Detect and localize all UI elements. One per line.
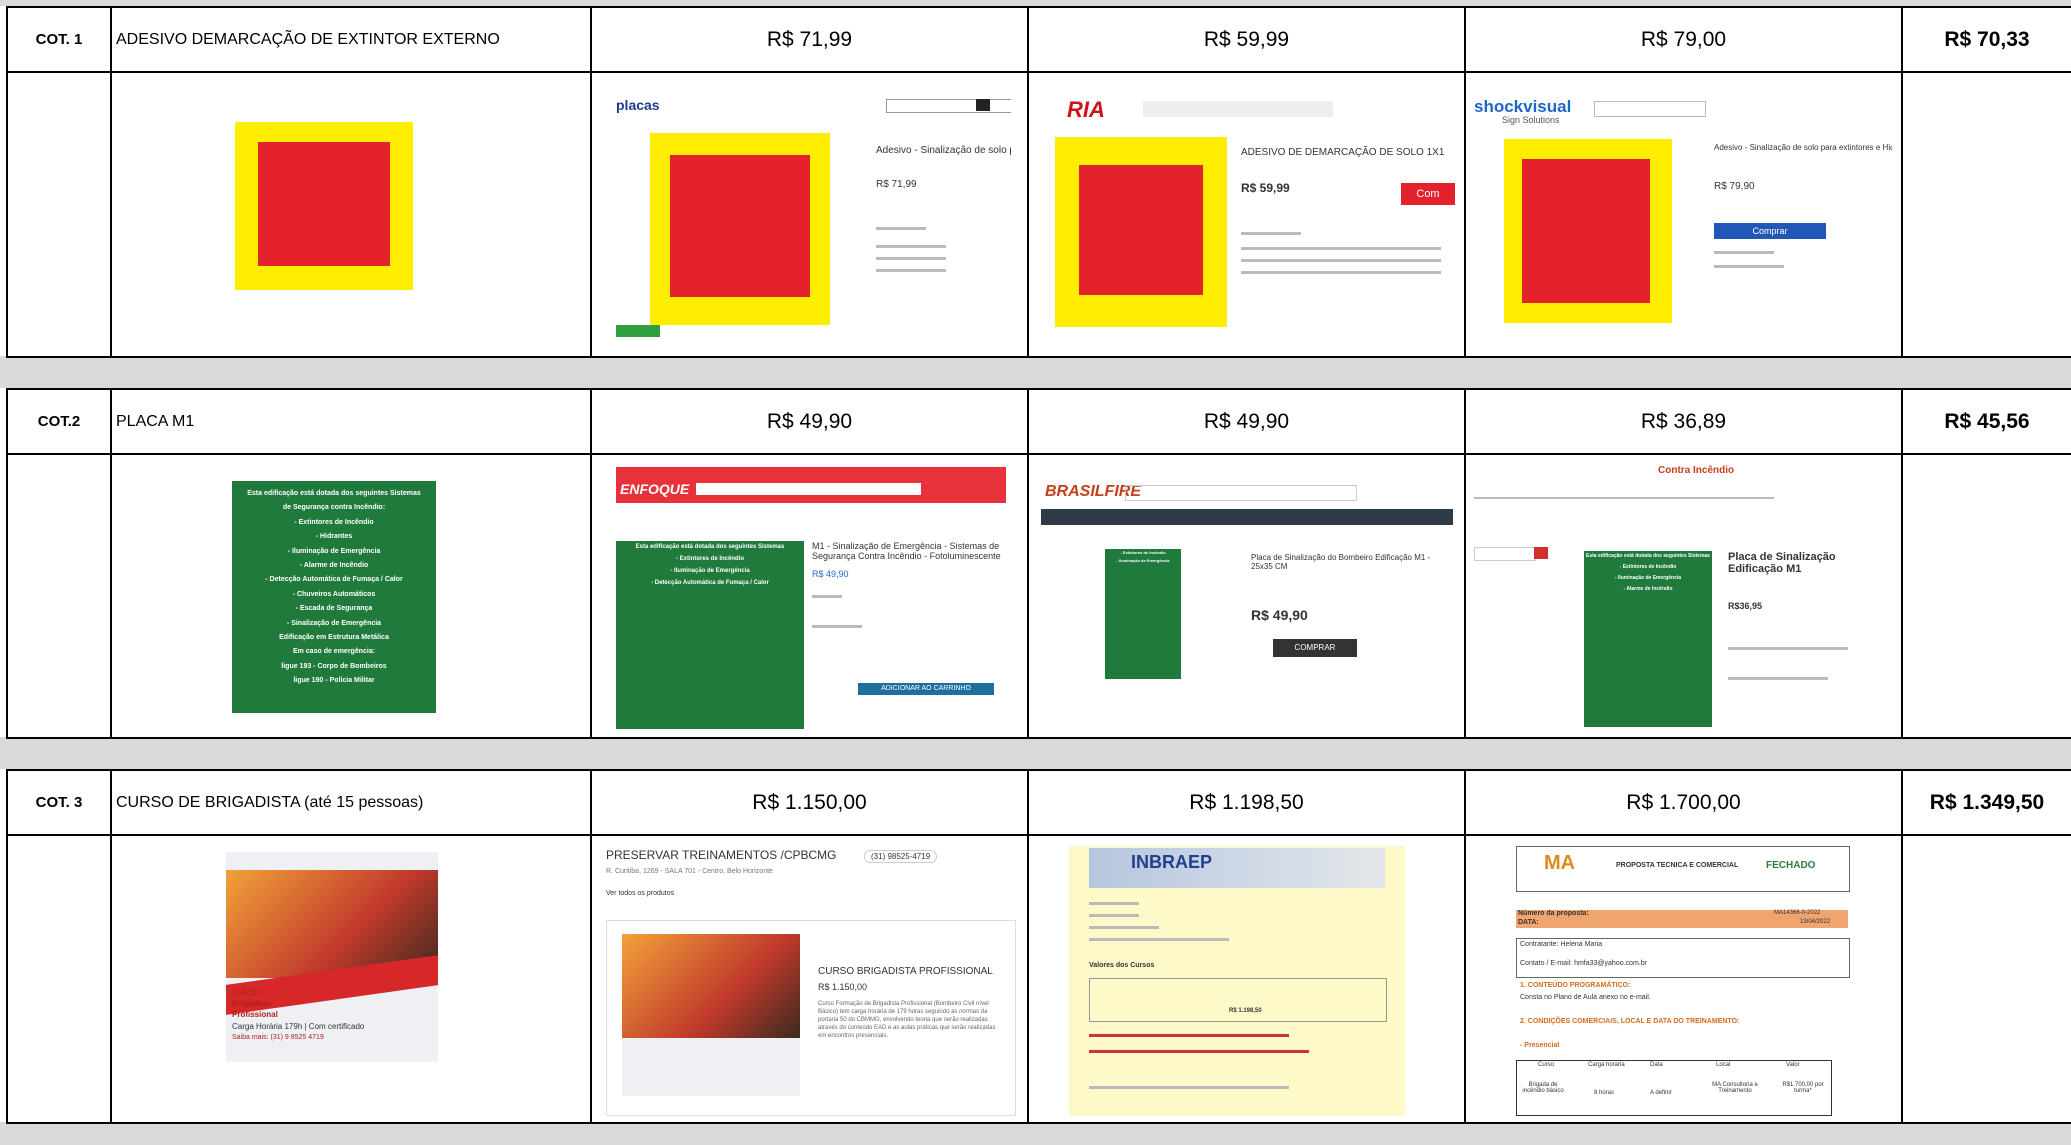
proposal-header: PROPOSTA TECNICA E COMERCIAL [1616,862,1739,869]
price-supplier-3: R$ 1.700,00 [1464,769,1903,836]
plate-thumbnail: Esta edificação está dotada dos seguinte… [1584,551,1712,727]
store-phone[interactable]: (31) 98525-4719 [864,850,938,863]
product-name: CURSO BRIGADISTA PROFISSIONAL [818,966,993,977]
price-supplier-3: R$ 36,89 [1464,388,1903,455]
product-price: R$ 71,99 [876,179,917,190]
product-name: ADESIVO DE DEMARCAÇÃO DE SOLO 1X1 [1241,147,1445,158]
product-image-cell: Esta edificação está dotada dos seguinte… [110,453,592,739]
store-logo: INBRAEP [1131,852,1213,872]
product-name: Adesivo - Sinalização de solo para ex [876,145,1011,156]
store-address: R. Curitiba, 1269 - SALA 701 - Centro, B… [606,868,773,875]
back-link[interactable]: Ver todos os produtos [606,890,674,897]
store-tagline: Sign Solutions [1502,115,1560,125]
supplier-screenshot: RIA ADESIVO DE DEMARCAÇÃO DE SOLO 1X1 R$… [1045,97,1455,337]
empty-cell [6,453,112,739]
item-description: PLACA M1 [110,388,592,455]
buy-button[interactable]: COMPRAR [1273,639,1357,657]
price-supplier-1: R$ 1.150,00 [590,769,1029,836]
supplier-screenshot: shockvisual Sign Solutions Adesivo - Sin… [1474,97,1892,337]
quote-table-2: COT.2 PLACA M1 R$ 49,90 R$ 49,90 R$ 36,8… [6,388,2071,739]
product-price: R$ 79,90 [1714,181,1755,192]
average-price: R$ 70,33 [1901,6,2071,73]
product-description: Curso Formação de Brigadista Profissiona… [818,1001,996,1039]
price-supplier-1: R$ 49,90 [590,388,1029,455]
table-title: Valores dos Cursos [1089,962,1155,969]
buy-button[interactable]: Comprar [1714,223,1826,239]
add-to-cart-button[interactable]: ADICIONAR AO CARRINHO [858,683,994,695]
supplier-screenshot-cell: PRESERVAR TREINAMENTOS /CPBCMG (31) 9852… [590,834,1029,1124]
empty-cell [1901,834,2071,1124]
separator-row [0,1122,2071,1145]
store-logo: Contra Incêndio [1658,465,1735,476]
price-supplier-3: R$ 79,00 [1464,6,1903,73]
empty-cell [6,834,112,1124]
store-logo: placas [616,97,660,113]
supplier-screenshot-cell: RIA ADESIVO DE DEMARCAÇÃO DE SOLO 1X1 R$… [1027,71,1466,358]
supplier-screenshot-cell: placas Adesivo - Sinalização de solo par… [590,71,1029,358]
supplier-screenshot-cell: INBRAEP Valores dos Cursos R$ 1.198,50 [1027,834,1466,1124]
plate-thumbnail: Esta edificação está dotada dos seguinte… [616,541,804,729]
product-name: Placa de Sinalização Edificação M1 [1728,551,1836,575]
supplier-screenshot: ENFOQUE Esta edificação está dotada dos … [616,467,1006,729]
product-price: R$ 59,99 [1241,181,1290,195]
product-name: M1 - Sinalização de Emergência - Sistema… [812,541,1001,561]
supplier-screenshot: INBRAEP Valores dos Cursos R$ 1.198,50 [1069,846,1405,1116]
item-description: CURSO DE BRIGADISTA (até 15 pessoas) [110,769,592,836]
supplier-screenshot-cell: MA PROPOSTA TECNICA E COMERCIAL FECHADO … [1464,834,1903,1124]
quote-table-1: COT. 1 ADESIVO DEMARCAÇÃO DE EXTINTOR EX… [6,6,2071,358]
product-name: Adesivo - Sinalização de solo para extin… [1714,143,1892,152]
quote-code: COT. 1 [6,6,112,73]
quote-table-3: COT. 3 CURSO DE BRIGADISTA (até 15 pesso… [6,769,2071,1124]
item-description: ADESIVO DEMARCAÇÃO DE EXTINTOR EXTERNO [110,6,592,73]
store-logo: shockvisual [1474,97,1572,116]
m1-plate-image: Esta edificação está dotada dos seguinte… [232,481,436,713]
course-banner-image: CURSO Brigadista Profissional Carga Horá… [226,852,438,1062]
store-name: PRESERVAR TREINAMENTOS /CPBCMG [606,848,837,862]
empty-cell [6,71,112,358]
quote-code: COT.2 [6,388,112,455]
product-image-cell [110,71,592,358]
stamp: FECHADO [1766,860,1816,871]
supplier-screenshot: placas Adesivo - Sinalização de solo par… [616,97,1011,337]
supplier-screenshot-cell: Contra Incêndio Esta edificação está dot… [1464,453,1903,739]
extinguisher-marker-image [235,122,413,290]
product-price: R$ 49,90 [1251,607,1308,623]
price-supplier-2: R$ 1.198,50 [1027,769,1466,836]
product-image-cell: CURSO Brigadista Profissional Carga Horá… [110,834,592,1124]
supplier-screenshot: Contra Incêndio Esta edificação está dot… [1474,461,1888,731]
price-supplier-1: R$ 71,99 [590,6,1029,73]
product-price: R$ 1.150,00 [818,982,868,992]
average-price: R$ 1.349,50 [1901,769,2071,836]
average-price: R$ 45,56 [1901,388,2071,455]
plate-thumbnail: - Extintores de Incêndio - Iluminação de… [1105,549,1181,679]
price-supplier-2: R$ 59,99 [1027,6,1466,73]
product-price: R$ 1.198,50 [1229,1008,1262,1014]
quote-code: COT. 3 [6,769,112,836]
store-logo: MA [1544,852,1576,874]
store-logo: ENFOQUE [620,481,690,497]
supplier-screenshot-cell: ENFOQUE Esta edificação está dotada dos … [590,453,1029,739]
empty-cell [1901,71,2071,358]
product-price: R$ 49,90 [812,569,849,579]
product-price: R$36,95 [1728,601,1763,611]
spreadsheet: COT. 1 ADESIVO DEMARCAÇÃO DE EXTINTOR EX… [0,0,2071,1145]
separator-row [0,356,2071,388]
supplier-screenshot: PRESERVAR TREINAMENTOS /CPBCMG (31) 9852… [606,848,1016,1116]
empty-cell [1901,453,2071,739]
supplier-screenshot: MA PROPOSTA TECNICA E COMERCIAL FECHADO … [1516,846,1850,1118]
store-logo: RIA [1067,97,1105,122]
supplier-screenshot: BRASILFIRE - Extintores de Incêndio - Il… [1041,479,1453,679]
buy-button[interactable]: Com [1401,183,1455,205]
supplier-screenshot-cell: shockvisual Sign Solutions Adesivo - Sin… [1464,71,1903,358]
product-name: Placa de Sinalização do Bombeiro Edifica… [1251,553,1431,571]
supplier-screenshot-cell: BRASILFIRE - Extintores de Incêndio - Il… [1027,453,1466,739]
separator-row [0,737,2071,769]
price-supplier-2: R$ 49,90 [1027,388,1466,455]
